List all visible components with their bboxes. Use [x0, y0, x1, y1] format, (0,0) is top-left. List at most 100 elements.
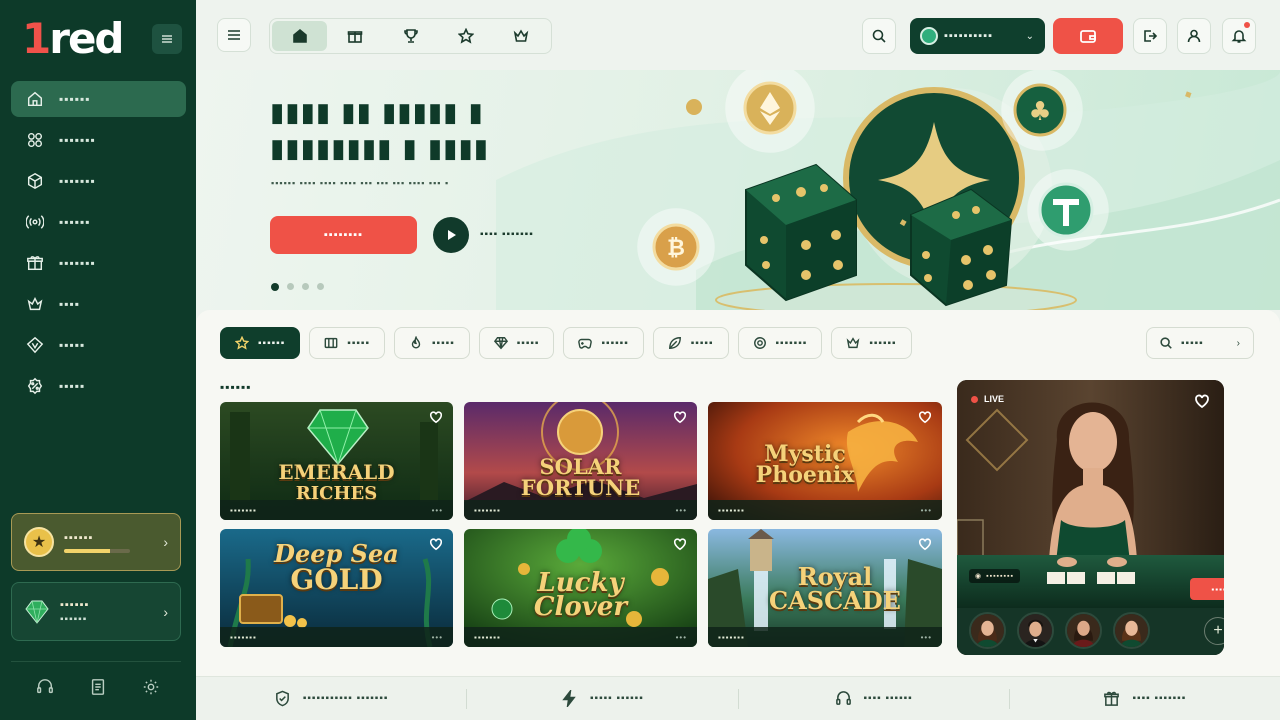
vip-card-title: ▪▪▪▪▪▪: [64, 531, 94, 544]
sidebar-item-label: ▪▪▪▪▪: [59, 338, 86, 352]
hero-dice-illustration: ₿ ♣: [637, 70, 1192, 310]
tab-vip[interactable]: [494, 21, 549, 51]
filter-chip-hot[interactable]: ▪▪▪▪▪: [394, 327, 470, 359]
trophy-icon: [403, 29, 418, 43]
sidebar-item-label: ▪▪▪▪▪: [59, 379, 86, 393]
favorite-heart-icon[interactable]: [429, 410, 445, 426]
favorite-heart-icon[interactable]: [918, 410, 934, 426]
document-icon[interactable]: [86, 675, 110, 699]
hero-cta-button[interactable]: ▪▪▪▪▪▪▪▪: [270, 216, 417, 254]
favorite-heart-icon[interactable]: [918, 537, 934, 553]
filter-chip-roulette[interactable]: ▪▪▪▪▪▪▪: [737, 327, 823, 359]
logout-button[interactable]: [1133, 18, 1167, 54]
grid-icon: [25, 130, 45, 150]
more-dots-icon[interactable]: •••: [676, 633, 687, 642]
star-icon: ★: [24, 527, 54, 557]
game-tile-footer: ▪▪▪▪▪▪▪ •••: [708, 500, 942, 520]
sidebar-item-club[interactable]: ▪▪▪▪▪: [11, 327, 186, 363]
deposit-wallet-button[interactable]: [1053, 18, 1123, 54]
game-tile-lucky-clover[interactable]: Lucky Clover ▪▪▪▪▪▪▪ •••: [464, 529, 697, 647]
tab-promotions[interactable]: [327, 21, 382, 51]
hero-carousel-dots: [271, 283, 324, 291]
game-tile-footer: ▪▪▪▪▪▪▪ •••: [708, 627, 942, 647]
filter-chip-jackpot[interactable]: ▪▪▪▪▪: [478, 327, 555, 359]
favorite-heart-icon[interactable]: [673, 537, 689, 553]
filter-chip-slots[interactable]: ▪▪▪▪▪: [309, 327, 386, 359]
logo-prefix: 1: [22, 14, 51, 63]
menu-button[interactable]: [217, 18, 251, 52]
vip-progress-card[interactable]: ★ ▪▪▪▪▪▪ ›: [11, 513, 181, 571]
hero-play-button[interactable]: [433, 217, 469, 253]
game-tile-royal-cascade[interactable]: Royal CASCADE ▪▪▪▪▪▪▪ •••: [708, 529, 942, 647]
live-dot-icon: [971, 395, 978, 403]
tab-home[interactable]: [272, 21, 328, 51]
filter-chip-games[interactable]: ▪▪▪▪▪▪: [563, 327, 644, 359]
sidebar-item-promotions[interactable]: ▪▪▪▪▪▪▪: [11, 245, 186, 281]
gear-icon[interactable]: [139, 675, 163, 699]
carousel-dot[interactable]: [287, 283, 294, 290]
filter-chip-vip[interactable]: ▪▪▪▪▪▪: [831, 327, 912, 359]
tab-favorites[interactable]: [438, 21, 493, 51]
game-provider: ▪▪▪▪▪▪▪: [230, 632, 257, 642]
sidebar-item-live[interactable]: ▪▪▪▪▪▪: [11, 204, 186, 240]
dealer-avatar[interactable]: [1065, 612, 1102, 649]
more-dots-icon[interactable]: •••: [921, 633, 932, 642]
emerald-icon: [25, 600, 49, 624]
gift-icon: [1104, 691, 1120, 706]
notifications-button[interactable]: [1222, 18, 1256, 54]
sidebar-item-vip[interactable]: ▪▪▪▪: [11, 286, 186, 322]
search-button[interactable]: [862, 18, 896, 54]
profile-button[interactable]: [1177, 18, 1211, 54]
slot-machine-icon: [324, 337, 338, 349]
dealer-avatar[interactable]: [1113, 612, 1150, 649]
live-viewers-tag: ◉ ▪▪▪▪▪▪▪▪: [969, 569, 1020, 583]
dealer-avatar[interactable]: [969, 612, 1006, 649]
more-dots-icon[interactable]: •••: [921, 506, 932, 515]
game-tile-deep-sea-gold[interactable]: Deep Sea GOLD ▪▪▪▪▪▪▪ •••: [220, 529, 453, 647]
shield-check-icon: [275, 690, 289, 707]
filter-chip-featured[interactable]: ▪▪▪▪▪▪: [220, 327, 301, 359]
game-tile-solar-fortune[interactable]: SOLAR FORTUNE ▪▪▪▪▪▪▪ •••: [464, 402, 697, 520]
sidebar-collapse-button[interactable]: [152, 24, 182, 54]
game-tile-emerald-riches[interactable]: EMERALD RICHES ▪▪▪▪▪▪▪ •••: [220, 402, 453, 520]
live-play-button[interactable]: ▪▪▪▪▪: [1190, 578, 1224, 600]
sidebar-item-bonus[interactable]: ▪▪▪▪▪: [11, 368, 186, 404]
search-icon: [872, 29, 886, 43]
club-coin-icon: ♣: [1001, 70, 1083, 151]
carousel-dot[interactable]: [317, 283, 324, 290]
sidebar-item-home[interactable]: ▪▪▪▪▪▪: [11, 81, 186, 117]
sidebar-item-originals[interactable]: ▪▪▪▪▪▪▪: [11, 163, 186, 199]
wallet-currency-select[interactable]: ▪▪▪▪▪▪▪▪▪▪ ⌄: [910, 18, 1045, 54]
filter-chip-new[interactable]: ▪▪▪▪▪: [652, 327, 729, 359]
sidebar-item-games[interactable]: ▪▪▪▪▪▪▪: [11, 122, 186, 158]
add-icon[interactable]: +: [1204, 617, 1224, 645]
live-tag-label: ▪▪▪▪▪▪▪▪: [986, 572, 1014, 580]
game-provider: ▪▪▪▪▪▪▪: [474, 505, 501, 515]
hero-secondary-link[interactable]: ▪▪▪▪ ▪▪▪▪▪▪▪: [480, 229, 534, 240]
more-dots-icon[interactable]: •••: [676, 506, 687, 515]
live-dealer-card[interactable]: LIVE ◉▪▪▪▪▪▪▪▪ ▪▪▪▪▪ +: [957, 380, 1224, 655]
game-search-button[interactable]: ▪▪▪▪▪ ›: [1146, 327, 1254, 359]
favorite-heart-icon[interactable]: [429, 537, 445, 553]
favorite-heart-icon[interactable]: [1194, 393, 1210, 414]
sidebar-item-label: ▪▪▪▪: [59, 297, 81, 311]
dealer-avatar[interactable]: [1017, 612, 1054, 649]
support-headset-icon[interactable]: [33, 675, 57, 699]
tab-tournaments[interactable]: [383, 21, 438, 51]
svg-text:₿: ₿: [667, 236, 685, 261]
gem-rewards-card[interactable]: ▪▪▪▪▪▪ ▪▪▪▪▪▪ ›: [11, 582, 181, 641]
diamond-icon: [493, 337, 508, 350]
carousel-dot[interactable]: [271, 283, 279, 291]
favorite-heart-icon[interactable]: [673, 410, 689, 426]
filter-chip-label: ▪▪▪▪▪▪: [601, 337, 629, 349]
filter-chip-label: ▪▪▪▪▪▪: [258, 337, 286, 349]
brand-logo[interactable]: 1red: [22, 14, 125, 64]
search-icon: [1160, 337, 1172, 349]
more-dots-icon[interactable]: •••: [432, 506, 443, 515]
game-tile-mystic-phoenix[interactable]: Mystic Phoenix ▪▪▪▪▪▪▪ •••: [708, 402, 942, 520]
lightning-icon: [562, 690, 576, 707]
home-icon: [292, 28, 307, 43]
cube-icon: [25, 171, 45, 191]
carousel-dot[interactable]: [302, 283, 309, 290]
more-dots-icon[interactable]: •••: [432, 633, 443, 642]
